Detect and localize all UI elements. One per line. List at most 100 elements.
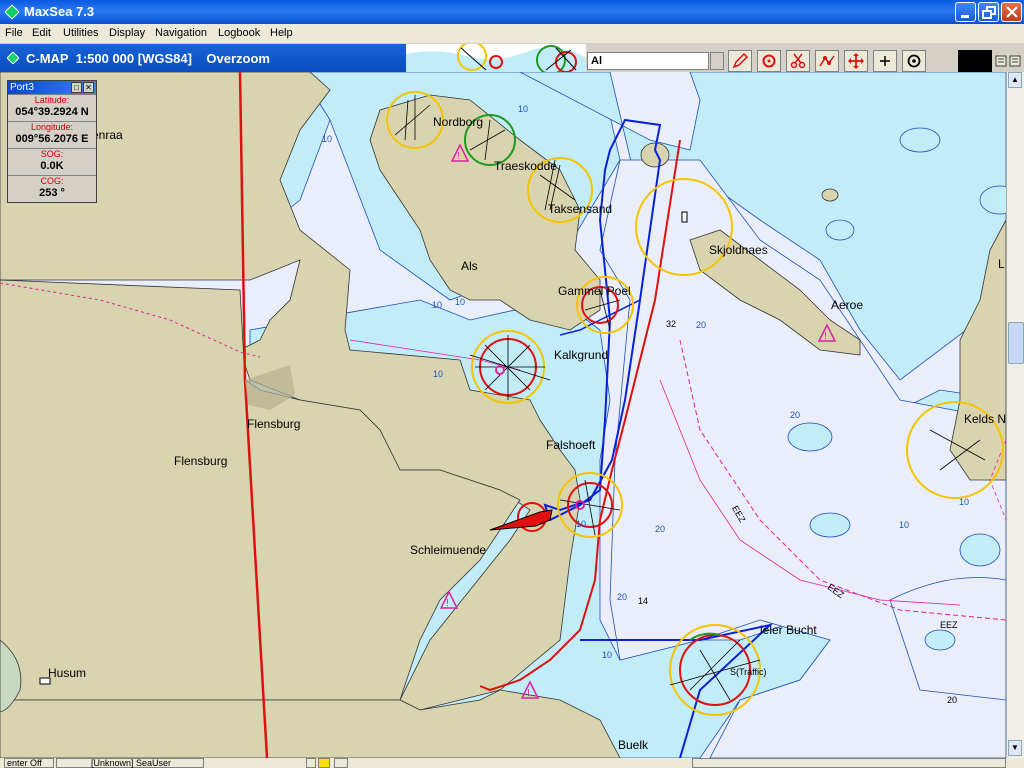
label-kelds-nor: Kelds N [964, 412, 1006, 426]
cog-cell: COG: 253 ° [8, 175, 96, 200]
label-traeskodde: Traeskodde [494, 159, 557, 173]
status-box-icon[interactable] [306, 758, 316, 768]
label-falshoeft: Falshoeft [546, 438, 596, 452]
status-color-icon[interactable] [318, 758, 330, 768]
depth-sounding: 20 [947, 695, 958, 705]
label-skjoldnaes: Skjoldnaes [709, 243, 768, 257]
svg-text:!: ! [527, 688, 530, 699]
restore-icon [982, 6, 996, 19]
longitude-label: Longitude: [30, 122, 74, 132]
sog-value: 0.0K [40, 160, 64, 172]
status-user: [Unknown] SeaUser [56, 758, 204, 768]
status-bar: enter Off [Unknown] SeaUser [0, 758, 1024, 768]
target-icon [907, 54, 921, 68]
minimize-icon [961, 15, 969, 18]
depth-sounding: 32 [666, 319, 677, 329]
vertical-scrollbar[interactable]: ▲ ▼ [1006, 72, 1024, 758]
depth-contour-label: 10 [959, 497, 970, 507]
window-title: MaxSea 7.3 [24, 4, 95, 19]
longitude-value: 009°56.2076 E [15, 133, 89, 145]
label-husum: Husum [48, 666, 87, 680]
port3-instrument-panel[interactable]: Port3 □ ✕ Latitude: 054°39.2924 N Longit… [7, 80, 97, 203]
menu-navigation[interactable]: Navigation [155, 27, 207, 39]
svg-text:!: ! [446, 598, 449, 609]
label-als: Als [461, 259, 478, 273]
restore-button[interactable] [978, 2, 999, 22]
menu-logbook[interactable]: Logbook [218, 27, 260, 39]
move-tool-button[interactable] [844, 50, 868, 72]
horizontal-scrollbar[interactable] [692, 758, 1006, 768]
depth-contour-label: 10 [576, 519, 587, 529]
rotate-tool-button[interactable] [757, 50, 781, 72]
panel-maximize-button[interactable]: □ [71, 82, 82, 93]
depth-contour-label: 10 [602, 650, 613, 660]
label-flensburg-town: Flensburg [174, 454, 228, 468]
crosshair-icon [880, 56, 890, 66]
label-l-edge: L [998, 257, 1005, 271]
label-traffic: S(Traffic) [730, 667, 767, 677]
sog-label: SOG: [40, 149, 64, 159]
label-taksensand: Taksensand [548, 202, 613, 216]
latitude-value: 054°39.2924 N [15, 106, 89, 118]
nautical-chart-map[interactable]: !!!! Nordborg Traeskodde Taksensand Als … [0, 72, 1006, 758]
menu-display[interactable]: Display [109, 27, 145, 39]
route-icon [819, 55, 835, 67]
depth-contour-label: 10 [455, 297, 466, 307]
svg-text:!: ! [824, 331, 827, 342]
longitude-cell: Longitude: 009°56.2076 E [8, 121, 96, 146]
depth-contour-label: 10 [322, 134, 333, 144]
status-enter-mode[interactable]: enter Off [4, 758, 54, 768]
svg-text:!: ! [457, 151, 460, 162]
menu-file[interactable]: File [5, 27, 23, 39]
label-eez-3: EEZ [940, 620, 958, 630]
rotate-icon [762, 54, 776, 68]
close-icon [1006, 6, 1018, 18]
scrollbar-thumb[interactable] [1008, 322, 1024, 364]
chart-window-title: C-MAP 1:500 000 [WGS84] Overzoom [26, 51, 270, 66]
label-aeroe: Aeroe [831, 298, 864, 312]
menu-bar: File Edit Utilities Display Navigation L… [0, 24, 1024, 43]
depth-contour-label: 20 [790, 410, 801, 420]
maxsea-app-icon [4, 4, 20, 20]
label-nordborg: Nordborg [433, 115, 484, 129]
latitude-cell: Latitude: 054°39.2924 N [8, 94, 96, 119]
depth-contour-label: 10 [899, 520, 910, 530]
depth-contour-label: 10 [518, 104, 529, 114]
label-schleimuende: Schleimuende [410, 543, 487, 557]
depth-contour-label: 20 [655, 524, 666, 534]
window-controls-cluster [993, 50, 1024, 72]
menu-utilities[interactable]: Utilities [63, 27, 98, 39]
minimize-button[interactable] [955, 2, 976, 22]
status-left-arrow-icon[interactable] [334, 758, 348, 768]
label-kalkgrund: Kalkgrund [554, 348, 609, 362]
depth-contour-label: 20 [617, 592, 628, 602]
depth-contour-label: 10 [432, 300, 443, 310]
menu-edit[interactable]: Edit [32, 27, 51, 39]
cog-value: 253 ° [39, 187, 65, 199]
pencil-icon [732, 53, 749, 69]
scissors-tool-button[interactable] [786, 50, 810, 72]
label-gammel-poel: Gammel Poel [558, 284, 631, 298]
overview-minimap[interactable] [406, 44, 586, 72]
depth-sounding: 14 [638, 596, 649, 606]
chart-window-titlebar: C-MAP 1:500 000 [WGS84] Overzoom [0, 44, 406, 72]
scroll-down-arrow-icon[interactable]: ▼ [1008, 740, 1022, 756]
cursor-cross-button[interactable] [873, 50, 897, 72]
route-tool-button[interactable] [815, 50, 839, 72]
scroll-up-arrow-icon[interactable]: ▲ [1008, 72, 1022, 88]
target-tool-button[interactable] [902, 50, 926, 72]
layer-field-dropdown[interactable] [710, 52, 724, 70]
depth-contour-label: 20 [696, 320, 707, 330]
sog-cell: SOG: 0.0K [8, 148, 96, 173]
title-bar: MaxSea 7.3 [0, 0, 1024, 24]
toolbar-dark-panel [958, 50, 992, 72]
scissors-icon [790, 53, 806, 69]
layer-field[interactable]: Al [587, 52, 709, 70]
pencil-tool-button[interactable] [728, 50, 752, 72]
label-buelk: Buelk [618, 738, 649, 752]
close-button[interactable] [1001, 2, 1022, 22]
cog-label: COG: [40, 176, 64, 186]
menu-help[interactable]: Help [270, 27, 293, 39]
label-flensburg-port: Flensburg [247, 417, 301, 431]
panel-close-button[interactable]: ✕ [83, 82, 94, 93]
